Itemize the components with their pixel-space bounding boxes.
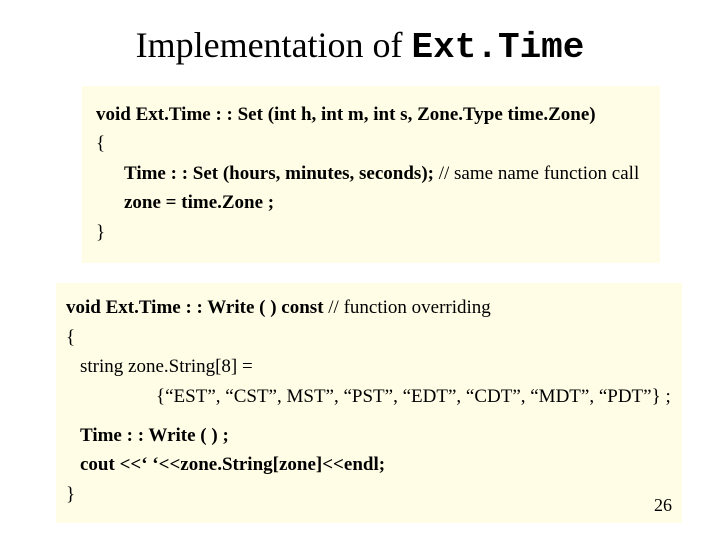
code-box-write: void Ext.Time : : Write ( ) const // fun… — [56, 283, 682, 523]
code-line: {“EST”, “CST”, MST”, “PST”, “EDT”, “CDT”… — [66, 382, 672, 411]
code-line: } — [66, 480, 672, 509]
brace-open: { — [66, 327, 75, 348]
code-comment: // function overriding — [324, 297, 491, 318]
title-serif-part: Implementation of — [136, 25, 412, 65]
code-line: zone = time.Zone ; — [96, 188, 646, 217]
code-box-set: void Ext.Time : : Set (int h, int m, int… — [82, 86, 660, 263]
code-line: { — [96, 129, 646, 158]
page-number: 26 — [654, 495, 672, 516]
brace-close: } — [66, 484, 75, 505]
title-mono-part: Ext.Time — [412, 27, 585, 68]
code-text: void Ext.Time : : Set (int h, int m, int… — [96, 104, 596, 125]
code-text: Time : : Set (hours, minutes, seconds); — [124, 163, 434, 184]
code-line: Time : : Write ( ) ; — [66, 421, 672, 450]
code-text: {“EST”, “CST”, MST”, “PST”, “EDT”, “CDT”… — [156, 386, 671, 407]
spacer — [66, 411, 672, 421]
brace-close: } — [96, 222, 105, 243]
code-line: { — [66, 323, 672, 352]
slide-root: Implementation of Ext.Time void Ext.Time… — [0, 0, 720, 540]
slide-title: Implementation of Ext.Time — [0, 0, 720, 86]
code-line: string zone.String[8] = — [66, 352, 672, 381]
code-text: string zone.String[8] = — [80, 356, 253, 377]
code-comment: // same name function call — [434, 163, 639, 184]
code-line: void Ext.Time : : Set (int h, int m, int… — [96, 100, 646, 129]
code-text: void Ext.Time : : Write ( ) const — [66, 297, 324, 318]
code-text: zone = time.Zone ; — [124, 192, 274, 213]
code-line: } — [96, 218, 646, 247]
brace-open: { — [96, 133, 105, 154]
code-line: Time : : Set (hours, minutes, seconds); … — [96, 159, 646, 188]
code-text: cout <<‘ ‘<<zone.String[zone]<<endl; — [80, 454, 385, 475]
code-line: cout <<‘ ‘<<zone.String[zone]<<endl; — [66, 450, 672, 479]
code-line: void Ext.Time : : Write ( ) const // fun… — [66, 293, 672, 322]
code-text: Time : : Write ( ) ; — [80, 425, 229, 446]
